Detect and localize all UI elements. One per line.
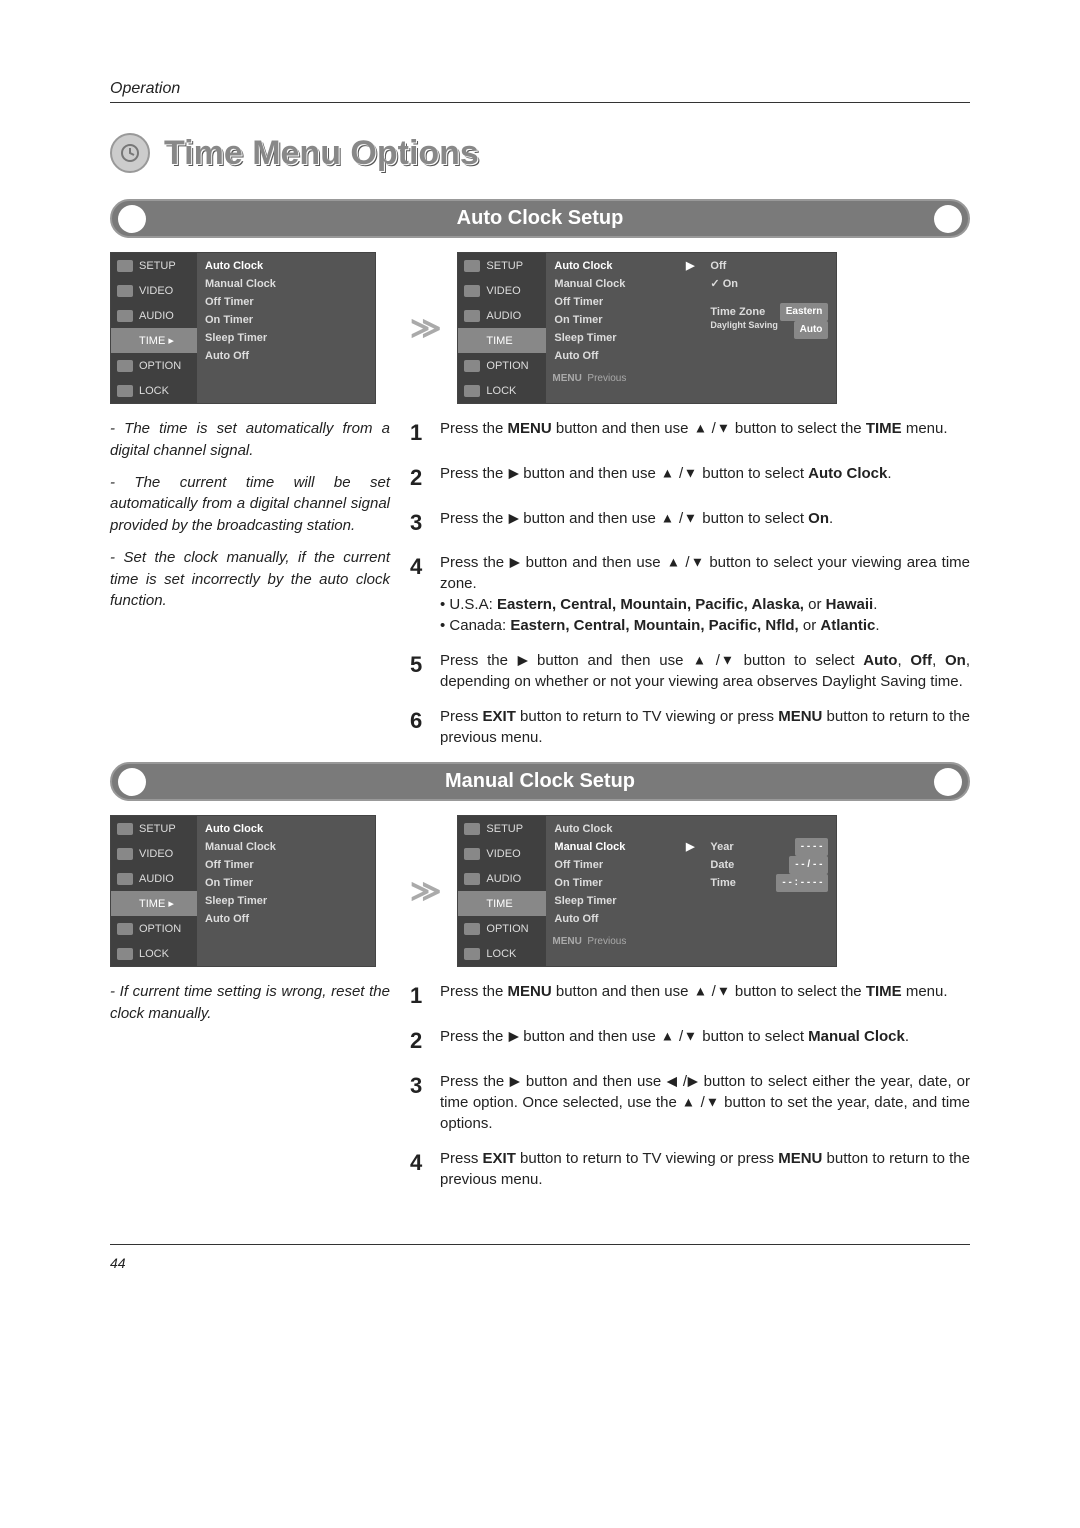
list-item: Auto Clock (205, 257, 367, 275)
sidebar-lock: LOCK (139, 385, 169, 397)
list-item: Manual Clock (205, 275, 367, 293)
lock-icon (117, 385, 133, 397)
sidebar-video: VIDEO (139, 285, 173, 297)
setup-icon (117, 260, 133, 272)
note-text: - Set the clock manually, if the current… (110, 547, 390, 612)
sidebar-time: TIME ▸ (139, 334, 174, 347)
page-title: Time Menu Options (164, 134, 479, 173)
step-number: 1 (410, 418, 430, 449)
page-number: 44 (110, 1255, 970, 1271)
clock-icon (110, 133, 150, 173)
option-icon (117, 360, 133, 372)
section-bar-auto: Auto Clock Setup (110, 199, 970, 238)
list-item: On Timer (205, 311, 367, 329)
note-text: - If current time setting is wrong, rese… (110, 981, 390, 1025)
sidebar-option: OPTION (139, 360, 181, 372)
osd-panel: SETUP VIDEO AUDIO TIME ▸ OPTION LOCK Aut… (110, 815, 376, 967)
osd-panel: SETUP VIDEO AUDIO TIME ▸ OPTION LOCK Aut… (110, 252, 376, 404)
video-icon (117, 285, 133, 297)
section-header: Operation (110, 80, 970, 103)
section-bar-manual: Manual Clock Setup (110, 762, 970, 801)
list-item: Sleep Timer (205, 329, 367, 347)
audio-icon (117, 310, 133, 322)
arrow-icon: ≫ (410, 311, 441, 346)
note-text: - The time is set automatically from a d… (110, 418, 390, 462)
osd-panel-expanded: SETUP VIDEO AUDIO TIME OPTION LOCK Auto … (457, 252, 837, 404)
list-item: Auto Off (205, 347, 367, 365)
sidebar-audio: AUDIO (139, 310, 174, 322)
arrow-icon: ≫ (410, 874, 441, 909)
osd-panel-expanded: SETUP VIDEO AUDIO TIME OPTION LOCK Auto … (457, 815, 837, 967)
sidebar-setup: SETUP (139, 260, 176, 272)
step-body: Press the MENU button and then use ▲ /▼ … (440, 418, 970, 449)
note-text: - The current time will be set automatic… (110, 472, 390, 537)
list-item: Off Timer (205, 293, 367, 311)
time-icon (117, 335, 133, 347)
